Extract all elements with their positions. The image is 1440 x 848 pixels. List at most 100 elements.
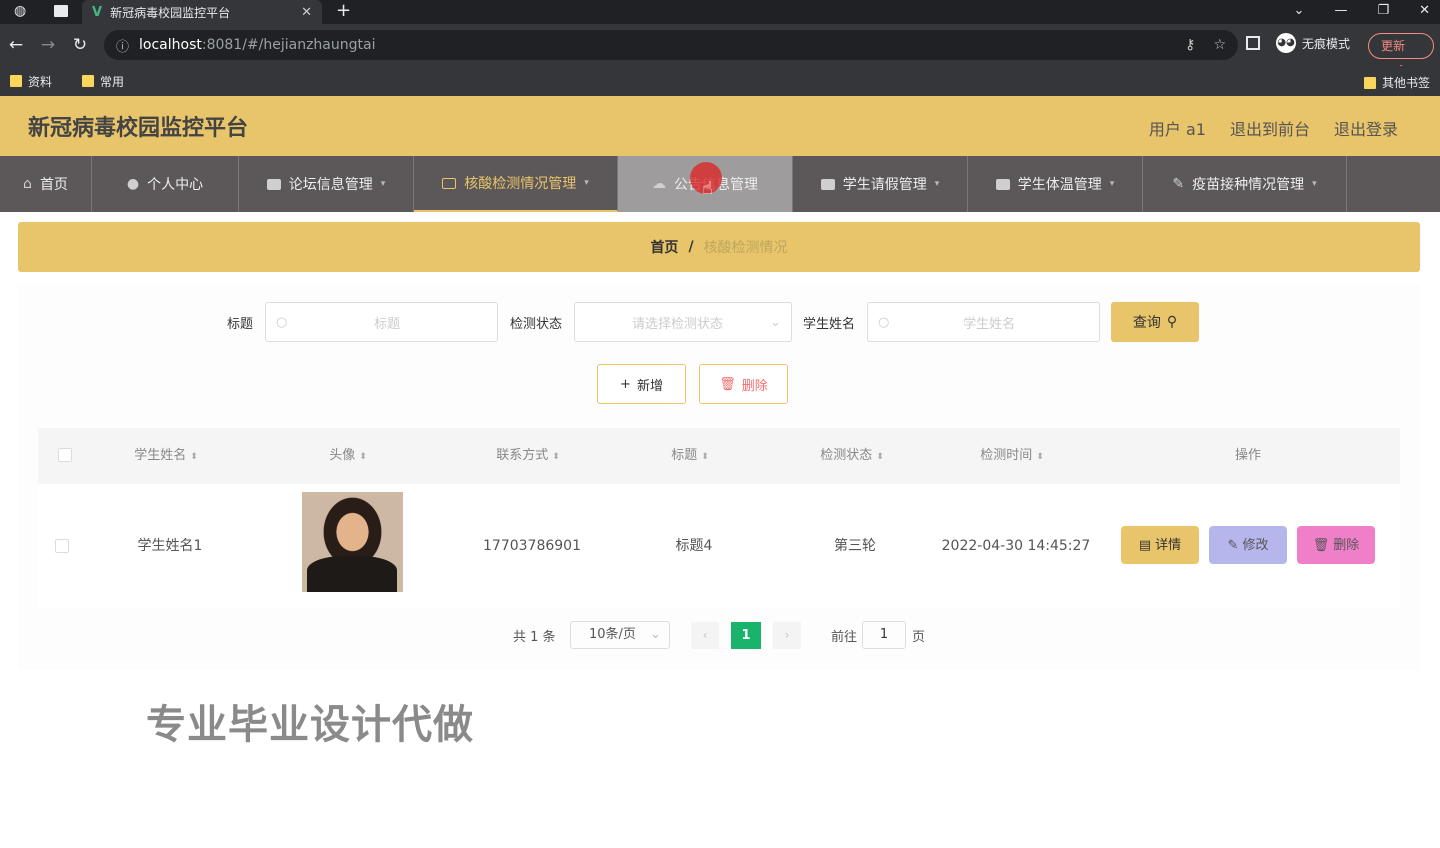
sort-icon: ⬍ bbox=[876, 452, 884, 462]
search-name-label: 学生姓名 bbox=[803, 316, 856, 332]
row-checkbox[interactable] bbox=[55, 539, 69, 553]
tab-title: 新冠病毒校园监控平台 bbox=[110, 5, 231, 20]
app-title: 新冠病毒校园监控平台 bbox=[28, 116, 249, 141]
nav-label: 个人中心 bbox=[147, 177, 204, 193]
folder-icon bbox=[10, 75, 22, 87]
student-avatar-image bbox=[302, 492, 403, 592]
detail-button[interactable]: ▤ 详情 bbox=[1121, 526, 1199, 564]
page-number-current[interactable]: 1 bbox=[731, 622, 761, 649]
cell-status: 第三轮 bbox=[834, 538, 876, 554]
new-tab-button[interactable]: + bbox=[336, 0, 351, 22]
cell-phone: 17703786901 bbox=[483, 538, 581, 554]
query-label: 查询 bbox=[1132, 315, 1161, 331]
prev-page-button[interactable]: ‹ bbox=[691, 622, 719, 649]
current-user: 用户 a1 bbox=[1148, 120, 1206, 139]
back-to-front-link[interactable]: 退出到前台 bbox=[1230, 116, 1310, 140]
goto-label: 前往 bbox=[831, 629, 858, 645]
cell-title: 标题4 bbox=[675, 538, 713, 554]
nav-item-home[interactable]: ⌂ 首页 bbox=[0, 156, 92, 212]
close-window-icon[interactable]: ✕ bbox=[1419, 0, 1430, 22]
col-header-time[interactable]: 检测时间 ⬍ bbox=[936, 428, 1088, 484]
cell-time: 2022-04-30 14:45:27 bbox=[941, 538, 1091, 554]
nav-label: 疫苗接种情况管理 bbox=[1192, 177, 1305, 193]
user-icon: ● bbox=[126, 176, 140, 192]
back-arrow-icon[interactable]: ← bbox=[0, 35, 32, 55]
breadcrumb-home[interactable]: 首页 bbox=[650, 237, 678, 257]
col-header-status[interactable]: 检测状态 ⬍ bbox=[776, 428, 928, 484]
search-status-placeholder: 请选择检测状态 bbox=[632, 316, 724, 332]
tab-close-icon[interactable]: ✕ bbox=[301, 5, 312, 20]
page-size-select[interactable]: 10条/页 ⌄ bbox=[570, 621, 670, 649]
tab-list-chevron-icon[interactable]: ⌄ bbox=[1294, 0, 1305, 22]
col-header-actions: 操作 bbox=[1118, 428, 1378, 484]
col-header-phone[interactable]: 联系方式 ⬍ bbox=[452, 428, 604, 484]
hand-cursor-icon: ☝ bbox=[702, 178, 713, 199]
search-status-select[interactable]: 请选择检测状态 ⌄ bbox=[574, 302, 793, 342]
browser-globe-icon: ◍ bbox=[14, 3, 27, 19]
search-icon: ○ bbox=[276, 314, 288, 330]
edit-label: 修改 bbox=[1242, 537, 1269, 553]
address-bar[interactable]: ⓘ localhost :8081/#/hejianzhaungtai ⚷ ☆ bbox=[104, 30, 1238, 60]
incognito-icon: ◕◕ bbox=[1276, 33, 1296, 53]
vue-logo-icon: V bbox=[92, 4, 103, 20]
search-icon: ⚲ bbox=[1166, 314, 1178, 330]
search-status-group: 检测状态 请选择检测状态 ⌄ bbox=[510, 302, 793, 342]
trash-icon: 🗑 bbox=[1312, 537, 1330, 553]
plus-icon: + bbox=[620, 376, 631, 392]
nav-item-vaccine[interactable]: ✎ 疫苗接种情况管理 ▾ bbox=[1143, 156, 1347, 212]
breadcrumb-current: 核酸检测情况 bbox=[703, 240, 788, 256]
update-button[interactable]: 更新 ⋮ bbox=[1368, 33, 1434, 77]
tab-search-icon[interactable] bbox=[54, 5, 68, 17]
other-bookmarks[interactable]: 其他书签 bbox=[1363, 74, 1430, 91]
url-host: localhost bbox=[139, 37, 202, 53]
forward-arrow-icon[interactable]: → bbox=[32, 35, 64, 55]
search-title-input[interactable]: ○ 标题 bbox=[265, 302, 499, 342]
nav-item-leave[interactable]: 学生请假管理 ▾ bbox=[793, 156, 968, 212]
minimize-icon[interactable]: — bbox=[1334, 0, 1347, 22]
reload-icon[interactable]: ↻ bbox=[64, 35, 96, 55]
key-icon[interactable]: ⚷ bbox=[1185, 37, 1195, 53]
browser-tab[interactable]: V 新冠病毒校园监控平台 ✕ bbox=[82, 0, 322, 24]
restore-icon[interactable]: ❐ bbox=[1377, 0, 1389, 22]
info-icon[interactable]: ⓘ bbox=[116, 36, 129, 55]
col-header-avatar[interactable]: 头像 ⬍ bbox=[272, 428, 424, 484]
side-panel-icon[interactable] bbox=[1246, 36, 1260, 50]
nav-item-forum[interactable]: 论坛信息管理 ▾ bbox=[239, 156, 414, 212]
search-title-group: 标题 ○ 标题 bbox=[227, 302, 499, 342]
col-header-label: 检测时间 bbox=[980, 448, 1033, 463]
goto-page-input[interactable]: 1 bbox=[862, 621, 906, 649]
app-header: 新冠病毒校园监控平台 用户 a1 退出到前台 退出登录 bbox=[0, 96, 1440, 156]
nav-item-temperature[interactable]: 学生体温管理 ▾ bbox=[968, 156, 1143, 212]
add-button[interactable]: + 新增 bbox=[597, 364, 686, 404]
col-header-label: 标题 bbox=[671, 448, 698, 463]
batch-delete-button[interactable]: 🗑 删除 bbox=[699, 364, 788, 404]
vaccine-icon: ✎ bbox=[1172, 176, 1185, 192]
cell-name: 学生姓名1 bbox=[137, 538, 203, 554]
chevron-down-icon: ▾ bbox=[934, 179, 940, 189]
bookmark-folder-1[interactable]: 资料 bbox=[10, 73, 52, 90]
row-delete-button[interactable]: 🗑 删除 bbox=[1297, 526, 1375, 564]
search-status-label: 检测状态 bbox=[510, 316, 563, 332]
edit-button[interactable]: ✎ 修改 bbox=[1209, 526, 1287, 564]
nav-item-profile[interactable]: ● 个人中心 bbox=[92, 156, 239, 212]
incognito-profile[interactable]: ◕◕ 无痕模式 bbox=[1276, 33, 1350, 53]
nav-item-nucleic-test[interactable]: 核酸检测情况管理 ▾ bbox=[414, 156, 618, 212]
chevron-down-icon: ▾ bbox=[1312, 179, 1317, 189]
bookmark-label: 资料 bbox=[28, 74, 53, 89]
next-page-button[interactable]: › bbox=[773, 622, 801, 649]
bookmarks-bar: 资料 常用 其他书签 bbox=[0, 66, 1440, 96]
select-all-checkbox[interactable] bbox=[58, 448, 72, 462]
col-header-name[interactable]: 学生姓名 ⬍ bbox=[90, 428, 242, 484]
page-size-value: 10条/页 bbox=[589, 627, 636, 642]
col-header-label: 学生姓名 bbox=[134, 448, 187, 463]
chevron-down-icon: ▾ bbox=[584, 178, 589, 188]
query-button[interactable]: 查询 ⚲ bbox=[1111, 302, 1199, 342]
row-delete-label: 删除 bbox=[1333, 537, 1360, 553]
bookmark-star-icon[interactable]: ☆ bbox=[1213, 37, 1226, 53]
col-header-title[interactable]: 标题 ⬍ bbox=[614, 428, 766, 484]
logout-link[interactable]: 退出登录 bbox=[1334, 116, 1398, 140]
bookmark-folder-2[interactable]: 常用 bbox=[82, 73, 124, 90]
nav-label: 核酸检测情况管理 bbox=[464, 176, 577, 192]
header-links: 用户 a1 退出到前台 退出登录 bbox=[1149, 116, 1398, 140]
search-name-input[interactable]: ○ 学生姓名 bbox=[867, 302, 1101, 342]
